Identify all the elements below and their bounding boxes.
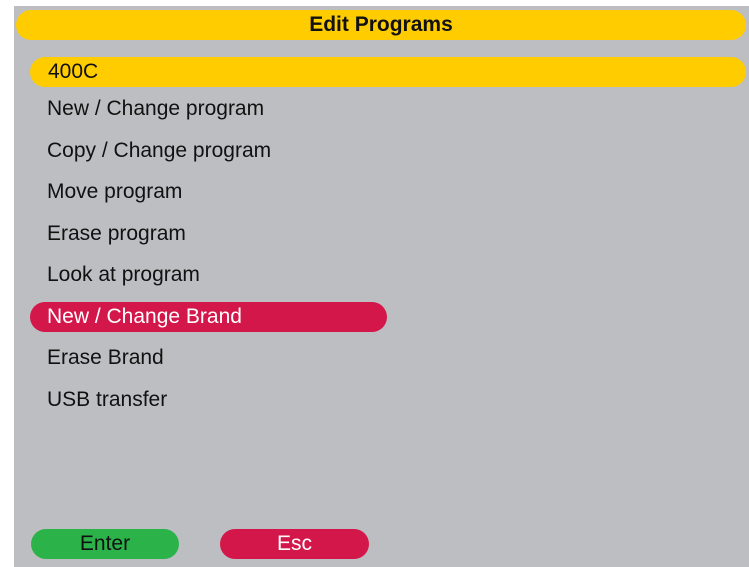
menu-item-copy-change-program[interactable]: Copy / Change program: [30, 136, 387, 166]
menu-item-new-change-program[interactable]: New / Change program: [30, 94, 387, 124]
menu-item-erase-program[interactable]: Erase program: [30, 219, 387, 249]
esc-button[interactable]: Esc: [220, 529, 369, 559]
menu-item-erase-brand[interactable]: Erase Brand: [30, 343, 387, 373]
brand-name-bar: 400C: [30, 57, 746, 87]
edit-programs-menu: New / Change program Copy / Change progr…: [30, 94, 387, 426]
menu-item-move-program[interactable]: Move program: [30, 177, 387, 207]
page-title: Edit Programs: [16, 10, 746, 40]
menu-item-new-change-brand[interactable]: New / Change Brand: [30, 301, 387, 332]
menu-item-look-at-program[interactable]: Look at program: [30, 260, 387, 290]
enter-button[interactable]: Enter: [31, 529, 179, 559]
menu-item-usb-transfer[interactable]: USB transfer: [30, 385, 387, 415]
